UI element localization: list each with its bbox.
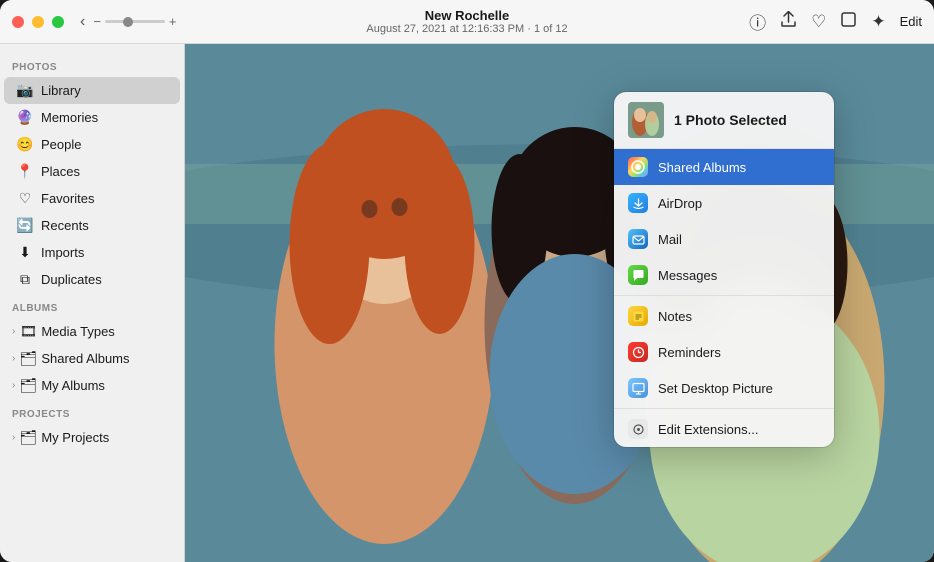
share-icon[interactable]	[780, 11, 797, 33]
share-header-text: 1 Photo Selected	[674, 112, 787, 128]
edit-extensions-menu-label: Edit Extensions...	[658, 422, 758, 437]
sidebar-item-duplicates-label: Duplicates	[41, 272, 102, 287]
sidebar-item-my-albums[interactable]: › 🗂 My Albums	[4, 372, 180, 399]
sidebar-item-people[interactable]: 😊 People	[4, 131, 180, 158]
set-desktop-menu-icon	[628, 378, 648, 398]
favorites-icon: ♡	[16, 190, 34, 207]
back-arrow[interactable]: ‹	[80, 13, 85, 31]
sidebar-item-memories[interactable]: 🔮 Memories	[4, 104, 180, 131]
messages-menu-icon	[628, 265, 648, 285]
info-icon[interactable]: ⓘ	[749, 9, 766, 34]
shared-albums-icon: 🗂	[19, 350, 37, 367]
shared-albums-chevron: ›	[12, 353, 15, 364]
library-icon: 📷	[16, 82, 34, 99]
duplicates-icon: ⧉	[16, 271, 34, 288]
media-types-icon: 🎞	[19, 323, 37, 340]
menu-item-reminders[interactable]: Reminders	[614, 334, 834, 370]
people-icon: 😊	[16, 136, 34, 153]
memories-icon: 🔮	[16, 109, 34, 126]
notes-menu-icon	[628, 306, 648, 326]
shared-albums-menu-icon	[628, 157, 648, 177]
my-albums-label: My Albums	[41, 378, 105, 393]
menu-item-shared-albums[interactable]: Shared Albums	[614, 149, 834, 185]
imports-icon: ⬇	[16, 244, 34, 261]
sidebar-item-people-label: People	[41, 137, 81, 152]
nav-controls: ‹	[80, 13, 85, 31]
menu-item-notes[interactable]: Notes	[614, 298, 834, 334]
sidebar-item-places[interactable]: 📍 Places	[4, 158, 180, 185]
menu-item-airdrop[interactable]: AirDrop	[614, 185, 834, 221]
photo-title: New Rochelle	[366, 8, 567, 23]
titlebar: ‹ − + New Rochelle August 27, 2021 at 12…	[0, 0, 934, 44]
reminders-menu-label: Reminders	[658, 345, 721, 360]
menu-item-set-desktop[interactable]: Set Desktop Picture	[614, 370, 834, 406]
my-projects-label: My Projects	[41, 430, 109, 445]
my-albums-icon: 🗂	[19, 377, 37, 394]
sidebar: Photos 📷 Library 🔮 Memories 😊 People 📍 P…	[0, 44, 185, 562]
minimize-button[interactable]	[32, 16, 44, 28]
media-types-chevron: ›	[12, 326, 15, 337]
messages-menu-label: Messages	[658, 268, 717, 283]
maximize-button[interactable]	[52, 16, 64, 28]
my-projects-chevron: ›	[12, 432, 15, 443]
edit-extensions-menu-icon	[628, 419, 648, 439]
share-thumbnail	[628, 102, 664, 138]
crop-icon[interactable]	[840, 11, 857, 33]
sidebar-item-duplicates[interactable]: ⧉ Duplicates	[4, 266, 180, 293]
menu-item-mail[interactable]: Mail	[614, 221, 834, 257]
my-albums-chevron: ›	[12, 380, 15, 391]
set-desktop-menu-label: Set Desktop Picture	[658, 381, 773, 396]
sidebar-item-favorites-label: Favorites	[41, 191, 94, 206]
titlebar-center: New Rochelle August 27, 2021 at 12:16:33…	[366, 8, 567, 35]
window-controls	[12, 16, 64, 28]
media-types-label: Media Types	[41, 324, 114, 339]
menu-item-edit-extensions[interactable]: Edit Extensions...	[614, 411, 834, 447]
sidebar-item-memories-label: Memories	[41, 110, 98, 125]
sidebar-item-recents-label: Recents	[41, 218, 89, 233]
sidebar-item-places-label: Places	[41, 164, 80, 179]
menu-item-messages[interactable]: Messages	[614, 257, 834, 293]
my-projects-icon: 🗂	[19, 429, 37, 446]
share-dropdown: 1 Photo Selected Shared Albums	[614, 92, 834, 447]
sidebar-item-library-label: Library	[41, 83, 81, 98]
zoom-plus-icon[interactable]: +	[169, 14, 177, 29]
places-icon: 📍	[16, 163, 34, 180]
heart-icon[interactable]: ♡	[811, 12, 826, 32]
edit-button[interactable]: Edit	[900, 14, 922, 29]
photos-section-label: Photos	[0, 52, 184, 77]
sidebar-item-imports-label: Imports	[41, 245, 84, 260]
sidebar-item-favorites[interactable]: ♡ Favorites	[4, 185, 180, 212]
share-header: 1 Photo Selected	[614, 92, 834, 149]
albums-section-label: Albums	[0, 293, 184, 318]
zoom-thumb	[123, 17, 133, 27]
close-button[interactable]	[12, 16, 24, 28]
adjust-icon[interactable]: ✦	[871, 12, 885, 32]
titlebar-actions: ⓘ ♡ ✦ Edit	[749, 9, 922, 34]
sidebar-item-shared-albums[interactable]: › 🗂 Shared Albums	[4, 345, 180, 372]
main-window: ‹ − + New Rochelle August 27, 2021 at 12…	[0, 0, 934, 562]
main-content: Photos 📷 Library 🔮 Memories 😊 People 📍 P…	[0, 44, 934, 562]
shared-albums-menu-label: Shared Albums	[658, 160, 746, 175]
reminders-menu-icon	[628, 342, 648, 362]
airdrop-menu-label: AirDrop	[658, 196, 702, 211]
menu-separator-2	[614, 408, 834, 409]
mail-menu-label: Mail	[658, 232, 682, 247]
zoom-control: − +	[93, 14, 176, 29]
photo-meta: August 27, 2021 at 12:16:33 PM · 1 of 12	[366, 23, 567, 35]
airdrop-menu-icon	[628, 193, 648, 213]
mail-menu-icon	[628, 229, 648, 249]
projects-section-label: Projects	[0, 399, 184, 424]
shared-albums-label: Shared Albums	[41, 351, 129, 366]
zoom-slider[interactable]	[105, 20, 165, 23]
sidebar-item-media-types[interactable]: › 🎞 Media Types	[4, 318, 180, 345]
zoom-minus-icon[interactable]: −	[93, 14, 101, 29]
notes-menu-label: Notes	[658, 309, 692, 324]
menu-separator	[614, 295, 834, 296]
sidebar-item-library[interactable]: 📷 Library	[4, 77, 180, 104]
sidebar-item-my-projects[interactable]: › 🗂 My Projects	[4, 424, 180, 451]
photo-area: 1 Photo Selected Shared Albums	[185, 44, 934, 562]
recents-icon: 🔄	[16, 217, 34, 234]
sidebar-item-imports[interactable]: ⬇ Imports	[4, 239, 180, 266]
sidebar-item-recents[interactable]: 🔄 Recents	[4, 212, 180, 239]
